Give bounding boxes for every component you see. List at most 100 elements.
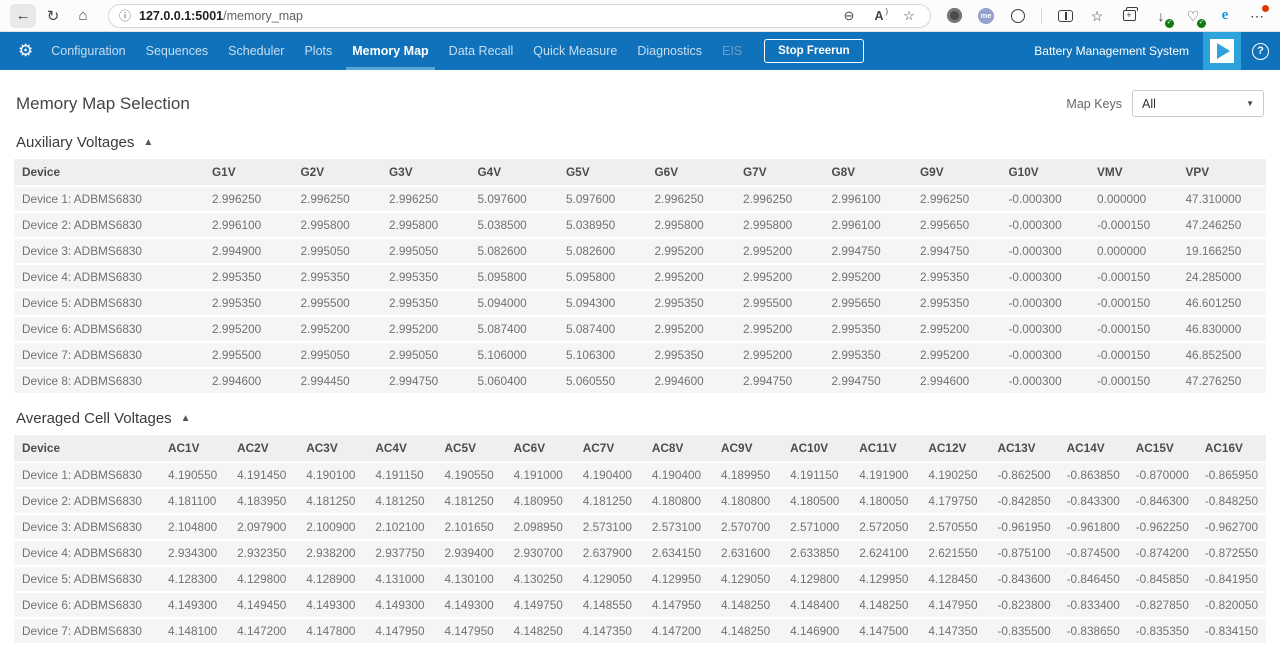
device-cell: Device 8: ADBMS6830 xyxy=(14,367,204,393)
ie-mode-icon[interactable]: e xyxy=(1216,7,1234,25)
value-cell: 4.147350 xyxy=(920,617,989,643)
value-cell: 2.995800 xyxy=(293,211,382,237)
nav-item-sequences[interactable]: Sequences xyxy=(136,32,219,70)
value-cell: -0.848250 xyxy=(1197,487,1266,513)
collapse-icon[interactable]: ▲ xyxy=(143,137,153,148)
value-cell: 4.148100 xyxy=(160,617,229,643)
value-cell: 2.994600 xyxy=(647,367,736,393)
value-cell: 2.994750 xyxy=(912,237,1001,263)
value-cell: 2.624100 xyxy=(851,539,920,565)
value-cell: 2.995350 xyxy=(647,341,736,367)
value-cell: 2.634150 xyxy=(644,539,713,565)
nav-right: Battery Management System ? xyxy=(1034,32,1280,70)
app-navbar: ⚙ Configuration Sequences Scheduler Plot… xyxy=(0,32,1280,70)
value-cell: -0.875100 xyxy=(990,539,1059,565)
value-cell: 47.276250 xyxy=(1178,367,1267,393)
value-cell: -0.823800 xyxy=(990,591,1059,617)
collapse-icon[interactable]: ▲ xyxy=(181,413,191,424)
refresh-icon[interactable]: ↻ xyxy=(40,4,66,28)
value-cell: 2.621550 xyxy=(920,539,989,565)
value-cell: 4.128450 xyxy=(920,565,989,591)
value-cell: 2.995500 xyxy=(293,289,382,315)
nav-item-data-recall[interactable]: Data Recall xyxy=(439,32,524,70)
favorite-star-icon[interactable]: ☆ xyxy=(898,8,920,24)
nav-item-diagnostics[interactable]: Diagnostics xyxy=(627,32,712,70)
nav-item-memory-map[interactable]: Memory Map xyxy=(342,32,438,70)
value-cell: 4.190400 xyxy=(644,461,713,487)
stop-freerun-button[interactable]: Stop Freerun xyxy=(764,39,864,63)
value-cell: 2.102100 xyxy=(367,513,436,539)
averaged-cell-voltages-table: DeviceAC1VAC2VAC3VAC4VAC5VAC6VAC7VAC8VAC… xyxy=(14,435,1266,645)
acv-section-title: Averaged Cell Voltages xyxy=(16,410,172,427)
value-cell: 2.633850 xyxy=(782,539,851,565)
chevron-down-icon: ▼ xyxy=(1246,99,1254,108)
split-screen-icon[interactable] xyxy=(1056,7,1074,25)
value-cell: 2.995350 xyxy=(293,263,382,289)
value-cell: 2.939400 xyxy=(437,539,506,565)
gear-icon[interactable]: ⚙ xyxy=(10,32,41,70)
help-icon[interactable]: ? xyxy=(1252,43,1269,60)
value-cell: 4.147200 xyxy=(644,617,713,643)
value-cell: -0.820050 xyxy=(1197,591,1266,617)
device-cell: Device 2: ADBMS6830 xyxy=(14,211,204,237)
aux-section-header: Auxiliary Voltages ▲ xyxy=(16,134,1264,151)
value-cell: 4.129800 xyxy=(229,565,298,591)
value-cell: 4.149300 xyxy=(367,591,436,617)
zoom-out-icon[interactable]: ⊖ xyxy=(838,8,860,24)
read-aloud-icon[interactable]: A) xyxy=(868,9,890,23)
value-cell: 4.130250 xyxy=(506,565,575,591)
column-header-ac16v: AC16V xyxy=(1197,435,1266,461)
value-cell: 2.995200 xyxy=(735,341,824,367)
value-cell: 2.994900 xyxy=(204,237,293,263)
value-cell: 4.191450 xyxy=(229,461,298,487)
nav-item-configuration[interactable]: Configuration xyxy=(41,32,135,70)
value-cell: 2.995350 xyxy=(912,289,1001,315)
value-cell: 2.995050 xyxy=(293,341,382,367)
settings-more-icon[interactable]: ⋯ xyxy=(1248,7,1266,25)
value-cell: 5.097600 xyxy=(470,185,559,211)
favorites-icon[interactable]: ☆ xyxy=(1088,7,1106,25)
url-host: 127.0.0.1:5001 xyxy=(139,9,223,23)
value-cell: -0.842850 xyxy=(990,487,1059,513)
value-cell: -0.000150 xyxy=(1089,315,1178,341)
value-cell: -0.846450 xyxy=(1059,565,1128,591)
value-cell: 2.572050 xyxy=(851,513,920,539)
nav-item-scheduler[interactable]: Scheduler xyxy=(218,32,294,70)
value-cell: -0.835350 xyxy=(1128,617,1197,643)
value-cell: 4.190550 xyxy=(160,461,229,487)
profile-badge-icon[interactable]: me xyxy=(977,7,995,25)
downloads-icon[interactable]: ↓✓ xyxy=(1152,7,1170,25)
home-icon[interactable]: ⌂ xyxy=(70,4,96,28)
value-cell: 2.996100 xyxy=(204,211,293,237)
value-cell: -0.872550 xyxy=(1197,539,1266,565)
value-cell: 4.181100 xyxy=(160,487,229,513)
value-cell: 2.994600 xyxy=(912,367,1001,393)
value-cell: -0.000300 xyxy=(1001,211,1090,237)
nav-item-quick-measure[interactable]: Quick Measure xyxy=(523,32,627,70)
value-cell: 0.000000 xyxy=(1089,237,1178,263)
column-header-device: Device xyxy=(14,435,160,461)
address-bar[interactable]: ⓘ 127.0.0.1:5001/memory_map ⊖ A) ☆ xyxy=(108,4,931,28)
collections-icon[interactable]: + xyxy=(1120,7,1138,25)
value-cell: 4.147950 xyxy=(437,617,506,643)
value-cell: 2.995350 xyxy=(824,341,913,367)
map-keys-select[interactable]: All ▼ xyxy=(1132,90,1264,117)
value-cell: 4.129800 xyxy=(782,565,851,591)
value-cell: 4.148550 xyxy=(575,591,644,617)
browser-essentials-icon[interactable]: ♡✓ xyxy=(1184,7,1202,25)
value-cell: 4.149450 xyxy=(229,591,298,617)
value-cell: -0.000300 xyxy=(1001,341,1090,367)
device-cell: Device 2: ADBMS6830 xyxy=(14,487,160,513)
table-row: Device 8: ADBMS68302.9946002.9944502.994… xyxy=(14,367,1266,393)
extensions-menu-icon[interactable] xyxy=(1009,7,1027,25)
nav-item-plots[interactable]: Plots xyxy=(294,32,342,70)
column-header-ac12v: AC12V xyxy=(920,435,989,461)
extension-icon[interactable] xyxy=(945,7,963,25)
value-cell: -0.961950 xyxy=(990,513,1059,539)
back-icon[interactable]: ← xyxy=(10,4,36,28)
value-cell: 2.637900 xyxy=(575,539,644,565)
value-cell: 2.097900 xyxy=(229,513,298,539)
auxiliary-voltages-table: DeviceG1VG2VG3VG4VG5VG6VG7VG8VG9VG10VVMV… xyxy=(14,159,1266,393)
column-header-g3v: G3V xyxy=(381,159,470,185)
site-info-icon[interactable]: ⓘ xyxy=(119,7,131,24)
